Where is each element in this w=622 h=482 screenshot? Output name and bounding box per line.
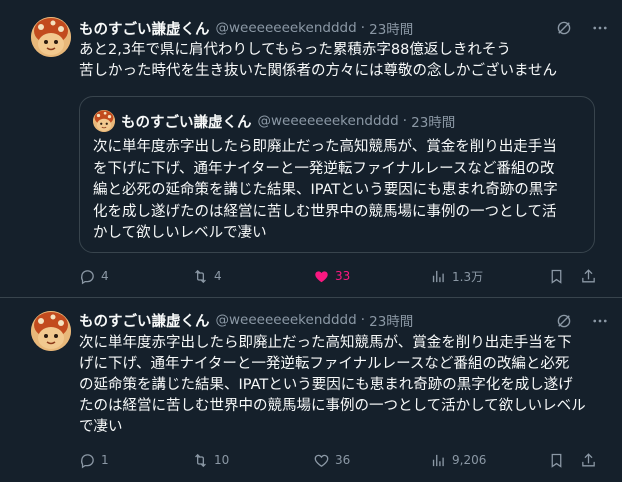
avatar[interactable] xyxy=(31,311,71,351)
more-icon[interactable] xyxy=(591,312,609,330)
author-name[interactable]: ものすごい謙虚くん xyxy=(79,18,210,39)
quote-text-line: 次に単年度赤字出したら即廃止だった高知競馬が、賞金を削り出走手当 xyxy=(93,139,557,155)
action-bar: 4 4 33 1.3万 xyxy=(79,266,599,286)
quote-author-handle: @weeeeeeekendddd xyxy=(257,113,399,129)
timestamp[interactable]: 23時間 xyxy=(369,310,413,330)
action-bar: 1 10 36 9,206 xyxy=(79,450,599,470)
views-button[interactable]: 9,206 xyxy=(430,450,486,470)
tweet-text: 次に単年度赤字出したら即廃止だった高知競馬が、賞金を削り出走手当を下 げに下げ、… xyxy=(79,333,586,438)
tweet-text: あと2,3年で県に肩代わりしてもらった累積赤字88億返しきれそう 苦しかった時代… xyxy=(79,40,557,82)
tweet[interactable]: ものすごい謙虚くん @weeeeeeekendddd · 23時間 あと2,3年… xyxy=(0,0,622,298)
retweet-button[interactable]: 10 xyxy=(192,450,229,470)
quote-author-name: ものすごい謙虚くん xyxy=(121,114,252,131)
quote-timestamp: 23時間 xyxy=(411,115,456,131)
tweet-header: ものすごい謙虚くん @weeeeeeekendddd · 23時間 xyxy=(79,310,413,330)
tweet-text-line: げに下げ、通年ナイターと一発逆転ファイナルレースなど番組の改編と必死 xyxy=(79,356,570,372)
tweet-text-line: で凄い xyxy=(79,419,123,435)
views-count: 1.3万 xyxy=(452,269,484,284)
tweet-text-line: 次に単年度赤字出したら即廃止だった高知競馬が、賞金を削り出走手当を下 xyxy=(79,335,572,351)
reply-count: 4 xyxy=(101,269,109,283)
share-icon xyxy=(580,452,597,469)
tweet-header: ものすごい謙虚くん @weeeeeeekendddd · 23時間 xyxy=(79,18,413,38)
author-name[interactable]: ものすごい謙虚くん xyxy=(79,310,210,331)
separator-dot: · xyxy=(360,20,366,36)
share-icon xyxy=(580,268,597,285)
author-handle[interactable]: @weeeeeeekendddd xyxy=(216,312,357,328)
views-icon xyxy=(430,452,447,469)
like-count: 33 xyxy=(335,269,351,283)
retweet-icon xyxy=(192,268,209,285)
quote-text-line: 化を成し遂げたのは経営に苦しむ世界中の競馬場に事例の一つとして活 xyxy=(93,203,557,220)
reply-icon xyxy=(79,452,96,469)
bookmark-icon xyxy=(548,452,565,469)
like-count: 36 xyxy=(335,453,351,467)
share-button[interactable] xyxy=(580,266,597,286)
views-icon xyxy=(430,268,447,285)
more-icon[interactable] xyxy=(591,19,609,37)
share-button[interactable] xyxy=(580,450,597,470)
tweet-text-line: 苦しかった時代を生き抜いた関係者の方々には尊敬の念しかございません xyxy=(79,63,558,79)
tweet[interactable]: ものすごい謙虚くん @weeeeeeekendddd · 23時間 次に単年度赤… xyxy=(0,298,622,482)
reply-icon xyxy=(79,268,96,285)
quote-avatar xyxy=(93,110,115,132)
views-count: 9,206 xyxy=(452,453,487,467)
quote-text-line: 編と必死の延命策を講じた結果、IPATという要因にも恵まれ奇跡の黒字 xyxy=(93,182,558,198)
retweet-icon xyxy=(192,452,209,469)
tweet-text-line: あと2,3年で県に肩代わりしてもらった累積赤字88億返しきれそう xyxy=(79,42,511,58)
quote-tweet[interactable]: ものすごい謙虚くん @weeeeeeekendddd · 23時間 次に単年度赤… xyxy=(79,96,595,253)
timestamp[interactable]: 23時間 xyxy=(369,18,413,38)
heart-icon xyxy=(313,452,330,469)
quote-text: 次に単年度赤字出したら即廃止だった高知競馬が、賞金を削り出走手当 を下げに下げ、… xyxy=(93,137,558,245)
quote-text-line: かして欲しいレベルで凄い xyxy=(93,225,267,241)
quote-text-line: を下げに下げ、通年ナイターと一発逆転ファイナルレースなど番組の改 xyxy=(93,160,555,177)
bookmark-icon xyxy=(548,268,565,285)
like-button[interactable]: 33 xyxy=(313,266,350,286)
author-handle[interactable]: @weeeeeeekendddd xyxy=(216,20,357,36)
quote-header: ものすごい謙虚くん @weeeeeeekendddd · 23時間 xyxy=(121,110,455,132)
bookmark-button[interactable] xyxy=(548,450,565,470)
like-button[interactable]: 36 xyxy=(313,450,350,470)
reply-button[interactable]: 1 xyxy=(79,450,109,470)
reply-count: 1 xyxy=(101,453,109,467)
separator-dot: · xyxy=(402,113,408,129)
tweet-text-line: たのは経営に苦しむ世界中の競馬場に事例の一つとして活かして欲しいレベル xyxy=(79,398,586,414)
separator-dot: · xyxy=(360,312,366,328)
avatar[interactable] xyxy=(31,17,71,57)
retweet-count: 4 xyxy=(214,269,222,283)
retweet-button[interactable]: 4 xyxy=(192,266,222,286)
grok-icon[interactable] xyxy=(555,312,573,330)
grok-icon[interactable] xyxy=(555,19,573,37)
tweet-text-line: の延命策を講じた結果、IPATという要因にも恵まれ奇跡の黒字化を成し遂げ xyxy=(79,377,573,393)
reply-button[interactable]: 4 xyxy=(79,266,109,286)
heart-icon xyxy=(313,268,330,285)
views-button[interactable]: 1.3万 xyxy=(430,266,483,286)
bookmark-button[interactable] xyxy=(548,266,565,286)
retweet-count: 10 xyxy=(214,453,230,467)
